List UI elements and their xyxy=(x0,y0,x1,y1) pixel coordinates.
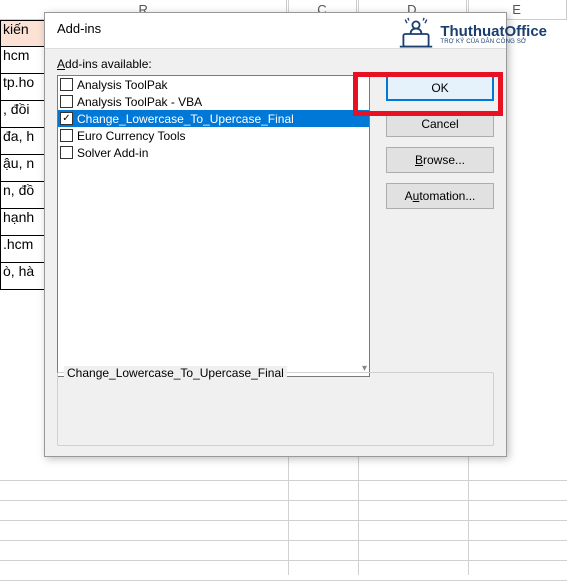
addin-item[interactable]: Analysis ToolPak - VBA xyxy=(58,93,369,110)
ok-button[interactable]: OK xyxy=(386,75,494,101)
addin-item[interactable]: Analysis ToolPak xyxy=(58,76,369,93)
cancel-button[interactable]: Cancel xyxy=(386,111,494,137)
cell[interactable]: đa, h xyxy=(0,128,45,155)
browse-button[interactable]: Browse... xyxy=(386,147,494,173)
addin-description-text: Change_Lowercase_To_Upercase_Final xyxy=(64,366,287,380)
addin-item-label: Solver Add-in xyxy=(77,146,148,160)
addin-item-label: Analysis ToolPak - VBA xyxy=(77,95,202,109)
cell[interactable]: kiến xyxy=(0,20,45,47)
checkbox-icon[interactable] xyxy=(60,129,73,142)
addins-available-label: Add-ins available: xyxy=(57,57,370,71)
checkbox-icon[interactable] xyxy=(60,146,73,159)
cell[interactable]: hạnh xyxy=(0,209,45,236)
cell[interactable]: tp.ho xyxy=(0,74,45,101)
watermark-subtitle: TRỢ KỶ CỦA DÂN CÔNG SỞ xyxy=(440,39,547,45)
checkbox-icon[interactable] xyxy=(60,78,73,91)
addin-item-label: Analysis ToolPak xyxy=(77,78,168,92)
cell[interactable]: , đồi xyxy=(0,101,45,128)
cell[interactable]: ò, hà xyxy=(0,263,45,290)
cell[interactable]: .hcm xyxy=(0,236,45,263)
checkbox-icon[interactable] xyxy=(60,112,73,125)
automation-button[interactable]: Automation... xyxy=(386,183,494,209)
watermark-title: ThuthuatOffice xyxy=(440,24,547,39)
addin-item[interactable]: Change_Lowercase_To_Upercase_Final xyxy=(58,110,369,127)
addin-item-label: Change_Lowercase_To_Upercase_Final xyxy=(77,112,294,126)
watermark: ThuthuatOffice TRỢ KỶ CỦA DÂN CÔNG SỞ xyxy=(398,16,547,52)
addin-item[interactable]: Solver Add-in xyxy=(58,144,369,161)
row-cells-strip: kiếnhcmtp.ho, đồiđa, hậu, nn, đồhạnh.hcm… xyxy=(0,20,45,290)
checkbox-icon[interactable] xyxy=(60,95,73,108)
cell[interactable]: n, đồ xyxy=(0,182,45,209)
addin-description-group: Change_Lowercase_To_Upercase_Final xyxy=(57,372,494,446)
cell[interactable]: hcm xyxy=(0,47,45,74)
addin-item-label: Euro Currency Tools xyxy=(77,129,186,143)
watermark-icon xyxy=(398,16,434,52)
addins-dialog: Add-ins Add-ins available: Analysis Tool… xyxy=(44,12,507,457)
addins-listbox[interactable]: Analysis ToolPak Analysis ToolPak - VBA Ch… xyxy=(57,75,370,377)
addin-item[interactable]: Euro Currency Tools xyxy=(58,127,369,144)
cell[interactable]: ậu, n xyxy=(0,155,45,182)
